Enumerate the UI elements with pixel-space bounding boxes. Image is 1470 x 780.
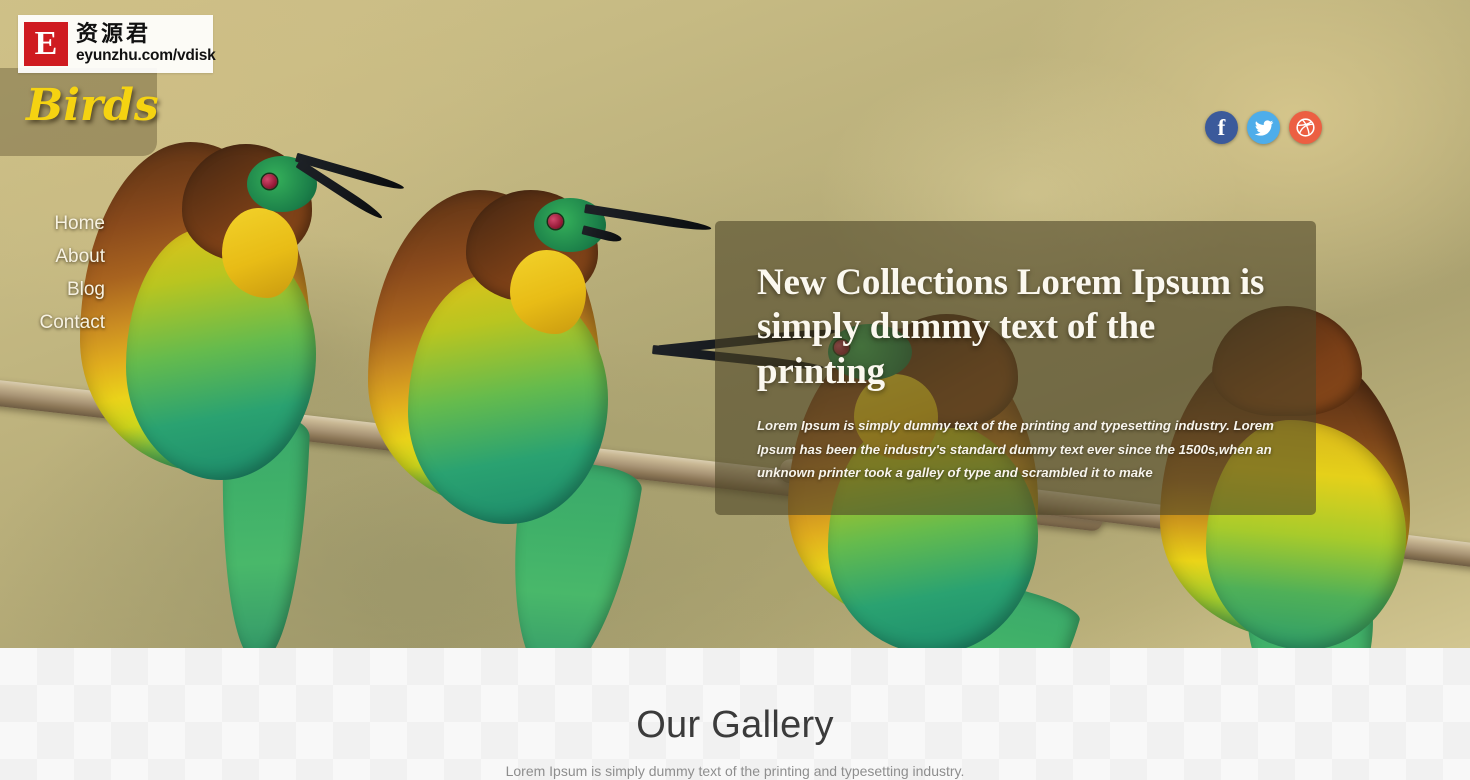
hero-section: Birds Home About Blog Contact f New Coll… — [0, 0, 1470, 648]
nav-item-blog[interactable]: Blog — [0, 274, 112, 307]
watermark-badge: E 资源君 eyunzhu.com/vdisk — [18, 15, 216, 73]
watermark-text: 资源君 eyunzhu.com/vdisk — [76, 24, 216, 64]
watermark-chinese: 资源君 — [76, 22, 152, 48]
brand-logo-text: Birds — [26, 80, 159, 131]
social-links: f — [1205, 111, 1322, 144]
main-navigation: Home About Blog Contact — [0, 208, 112, 340]
facebook-glyph: f — [1217, 114, 1226, 140]
bird-eye — [548, 214, 563, 229]
gallery-section: Our Gallery Lorem Ipsum is simply dummy … — [0, 648, 1470, 780]
hero-title: New Collections Lorem Ipsum is simply du… — [757, 262, 1265, 392]
watermark-letter: E — [34, 25, 58, 62]
watermark-url: eyunzhu.com/vdisk — [76, 47, 216, 65]
facebook-icon[interactable]: f — [1205, 111, 1238, 144]
dribbble-icon[interactable] — [1289, 111, 1322, 144]
gallery-subtitle: Lorem Ipsum is simply dummy text of the … — [505, 763, 965, 779]
bird-illustration-2 — [358, 150, 712, 648]
gallery-title: Our Gallery — [636, 704, 834, 746]
nav-item-contact[interactable]: Contact — [0, 307, 112, 340]
hero-text-card: New Collections Lorem Ipsum is simply du… — [715, 221, 1316, 515]
nav-item-home[interactable]: Home — [0, 208, 112, 241]
hero-description: Lorem Ipsum is simply dummy text of the … — [757, 418, 1274, 481]
twitter-icon[interactable] — [1247, 111, 1280, 144]
brand-logo-panel[interactable]: Birds — [0, 68, 159, 156]
bird-eye — [262, 174, 277, 189]
nav-item-about[interactable]: About — [0, 241, 112, 274]
page-root: Birds Home About Blog Contact f New Coll… — [0, 0, 1470, 780]
watermark-letter-icon: E — [24, 22, 68, 66]
bird-illustration-1 — [72, 96, 406, 648]
